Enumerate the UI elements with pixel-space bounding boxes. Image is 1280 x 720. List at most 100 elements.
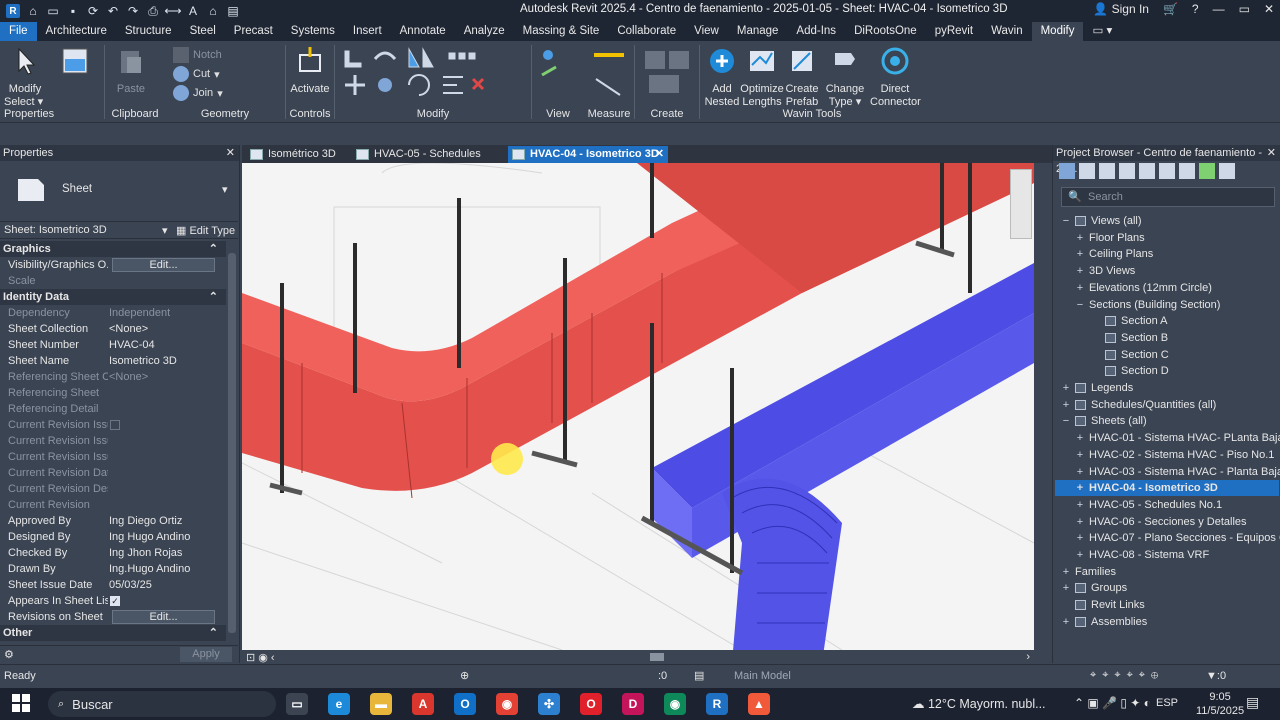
filter-icon[interactable]: ▼:0 bbox=[1206, 670, 1226, 682]
edit-type-button[interactable]: ▦ Edit Type bbox=[176, 224, 235, 237]
browser-schedule-icon[interactable] bbox=[1119, 163, 1135, 179]
property-row[interactable]: Current Revision Issu... bbox=[4, 449, 226, 465]
chrome-icon[interactable]: ◉ bbox=[496, 693, 518, 715]
browser-item[interactable]: + HVAC-02 - Sistema HVAC - Piso No.1 bbox=[1055, 447, 1279, 463]
browser-item[interactable]: + HVAC-01 - Sistema HVAC- PLanta Baja bbox=[1055, 430, 1280, 446]
property-row[interactable]: Current Revision Des... bbox=[4, 481, 226, 497]
property-value[interactable]: <None> bbox=[109, 369, 219, 385]
add-nested-button[interactable]: Add Nested bbox=[702, 45, 742, 109]
revit-taskbar-icon[interactable]: R bbox=[706, 693, 728, 715]
menu-tab-analyze[interactable]: Analyze bbox=[455, 22, 514, 41]
properties-help-link[interactable]: ⚙ bbox=[4, 648, 14, 661]
browser-item[interactable]: + HVAC-04 - Isometrico 3D bbox=[1055, 480, 1279, 497]
collapse-icon[interactable]: ⌃ bbox=[209, 241, 218, 257]
opera-icon[interactable]: O bbox=[580, 693, 602, 715]
browser-item[interactable]: + Ceiling Plans bbox=[1055, 246, 1279, 262]
horizontal-scrollbar[interactable]: ⊡ ◉ ‹ › bbox=[242, 650, 1050, 664]
expand-icon[interactable]: + bbox=[1061, 397, 1071, 413]
browser-view-icon[interactable] bbox=[1079, 163, 1095, 179]
property-row[interactable]: Revisions on Sheet Edit... bbox=[4, 609, 226, 625]
menu-tab-add-ins[interactable]: Add-Ins bbox=[787, 22, 845, 41]
scroll-right-icon[interactable]: › bbox=[1026, 651, 1030, 663]
navigation-bar[interactable] bbox=[1010, 169, 1032, 239]
category-identity-data[interactable]: Identity Data ⌃ bbox=[0, 289, 226, 305]
brave-icon[interactable]: ▲ bbox=[748, 693, 770, 715]
menu-tab-modify[interactable]: Modify bbox=[1031, 22, 1084, 41]
property-row[interactable]: Sheet Issue Date 05/03/25 bbox=[4, 577, 226, 593]
view-tools-icons[interactable] bbox=[538, 47, 578, 97]
properties-button[interactable] bbox=[52, 45, 98, 83]
browser-item[interactable]: + Legends bbox=[1055, 380, 1279, 396]
clock[interactable]: 9:05 11/5/2025 bbox=[1196, 690, 1244, 718]
browser-item[interactable]: Section C bbox=[1055, 347, 1279, 363]
taskbar-search[interactable]: ⌕ Buscar bbox=[48, 691, 276, 717]
modify-tool-button[interactable]: Modify bbox=[6, 45, 44, 96]
property-value[interactable]: Ing Diego Ortiz bbox=[109, 513, 219, 529]
expand-icon[interactable]: + bbox=[1075, 480, 1085, 496]
browser-toolbar[interactable] bbox=[1059, 163, 1275, 179]
menu-tab-insert[interactable]: Insert bbox=[344, 22, 391, 41]
browser-filter-icon[interactable] bbox=[1179, 163, 1195, 179]
browser-item[interactable]: Section D bbox=[1055, 363, 1279, 379]
hvac-3d-model[interactable] bbox=[242, 163, 1034, 650]
menu-tab-steel[interactable]: Steel bbox=[181, 22, 225, 41]
browser-item[interactable]: + Assemblies bbox=[1055, 614, 1279, 630]
collapse-icon[interactable]: ⌃ bbox=[209, 289, 218, 305]
browser-settings-icon[interactable] bbox=[1219, 163, 1235, 179]
collapse-icon[interactable]: − bbox=[1075, 297, 1085, 313]
property-value[interactable]: HVAC-04 bbox=[109, 337, 219, 353]
paste-button[interactable]: Paste bbox=[113, 45, 149, 96]
sync-icon[interactable]: ⟳ bbox=[86, 4, 100, 18]
close-properties-icon[interactable]: ✕ bbox=[226, 145, 239, 161]
expand-icon[interactable]: + bbox=[1075, 497, 1085, 513]
expand-icon[interactable]: + bbox=[1075, 447, 1085, 463]
menu-tab-architecture[interactable]: Architecture bbox=[37, 22, 116, 41]
expand-icon[interactable]: + bbox=[1061, 564, 1071, 580]
browser-family-icon[interactable] bbox=[1139, 163, 1155, 179]
browser-item[interactable]: + HVAC-03 - Sistema HVAC - Planta Baja - … bbox=[1055, 464, 1280, 480]
browser-home-icon[interactable] bbox=[1059, 163, 1075, 179]
type-selector[interactable]: Sheet ▾ bbox=[0, 163, 236, 223]
tab-isometrico-3d[interactable]: Isométrico 3D bbox=[246, 146, 346, 163]
menu-tab-wavin[interactable]: Wavin bbox=[982, 22, 1032, 41]
menu-tab-structure[interactable]: Structure bbox=[116, 22, 181, 41]
property-row[interactable]: Appears In Sheet List ✓ bbox=[4, 593, 226, 609]
expand-icon[interactable]: + bbox=[1061, 580, 1071, 596]
menu-tab-collaborate[interactable]: Collaborate bbox=[608, 22, 685, 41]
sign-in-button[interactable]: 👤 Sign In bbox=[1093, 2, 1149, 16]
property-row[interactable]: Dependency Independent bbox=[4, 305, 226, 321]
property-row[interactable]: Sheet Name Isometrico 3D bbox=[4, 353, 226, 369]
property-row[interactable]: Approved By Ing Diego Ortiz bbox=[4, 513, 226, 529]
undo-icon[interactable]: ↶ bbox=[106, 4, 120, 18]
property-value[interactable]: Ing Jhon Rojas bbox=[109, 545, 219, 561]
expand-icon[interactable]: + bbox=[1075, 514, 1085, 530]
change-type-button[interactable]: Change Type ▾ bbox=[822, 45, 868, 109]
expand-icon[interactable]: + bbox=[1075, 263, 1085, 279]
property-row[interactable]: Referencing Sheet C...<None> bbox=[4, 369, 226, 385]
expand-icon[interactable]: + bbox=[1075, 230, 1085, 246]
browser-item[interactable]: + HVAC-08 - Sistema VRF bbox=[1055, 547, 1279, 563]
expand-icon[interactable]: + bbox=[1075, 280, 1085, 296]
properties-scrollbar[interactable] bbox=[228, 253, 236, 633]
revit-logo-icon[interactable]: R bbox=[6, 4, 20, 18]
scroll-thumb[interactable] bbox=[650, 653, 664, 661]
copilot-icon[interactable]: ✣ bbox=[538, 693, 560, 715]
expand-icon[interactable]: + bbox=[1075, 530, 1085, 546]
expand-icon[interactable]: + bbox=[1075, 246, 1085, 262]
property-row[interactable]: Current Revision Issu... bbox=[4, 433, 226, 449]
chevron-down-icon[interactable]: ▾ bbox=[162, 224, 168, 237]
property-row[interactable]: Sheet Number HVAC-04 bbox=[4, 337, 226, 353]
edge-icon[interactable]: e bbox=[328, 693, 350, 715]
print-icon[interactable]: ⎙ bbox=[146, 4, 160, 18]
browser-item[interactable]: + HVAC-06 - Secciones y Detalles bbox=[1055, 514, 1279, 530]
browser-sheet-icon[interactable] bbox=[1099, 163, 1115, 179]
menu-tab-massing-site[interactable]: Massing & Site bbox=[514, 22, 609, 41]
property-value[interactable]: 05/03/25 bbox=[109, 577, 219, 593]
acrobat-icon[interactable]: A bbox=[412, 693, 434, 715]
category-graphics[interactable]: Graphics ⌃ bbox=[0, 241, 226, 257]
optimize-lengths-button[interactable]: Optimize Lengths bbox=[740, 45, 784, 109]
property-row[interactable]: Referencing Detail bbox=[4, 401, 226, 417]
create-tools-icons[interactable] bbox=[641, 47, 693, 97]
browser-item[interactable]: Section B bbox=[1055, 330, 1279, 346]
dynamo-icon[interactable]: D bbox=[622, 693, 644, 715]
